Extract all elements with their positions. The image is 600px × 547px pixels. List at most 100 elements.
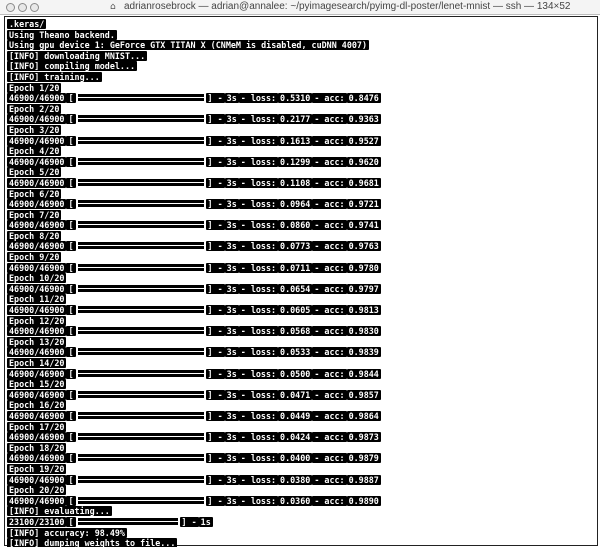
separator-text: ] - xyxy=(205,389,225,400)
separator-text: - acc: xyxy=(312,135,347,146)
acc-value: 0.9780 xyxy=(346,262,381,273)
output-text: [INFO] dumping weights to file... xyxy=(7,538,178,547)
epoch-label-line: Epoch 16/20 xyxy=(7,400,381,411)
separator-text: [ xyxy=(66,283,76,294)
sample-count: 46900/46900 xyxy=(7,262,67,273)
separator-text: ] - xyxy=(205,495,225,506)
progress-bar xyxy=(76,114,205,124)
terminal-output[interactable]: .keras/Using Theano backend. Using gpu de… xyxy=(4,16,598,547)
epoch-time: 3s xyxy=(224,93,239,104)
separator-text: ] - xyxy=(205,453,225,464)
sample-count: 46900/46900 xyxy=(7,305,67,316)
progress-bar xyxy=(76,410,205,420)
acc-value: 0.9681 xyxy=(346,177,381,188)
epoch-progress-line: 46900/46900[] -3s - loss: 0.0380- acc: 0.98… xyxy=(7,474,381,486)
epoch-progress-line: 46900/46900[] -3s - loss: 0.0449- acc: 0.98… xyxy=(7,410,381,422)
progress-bar xyxy=(76,432,205,442)
separator-text: [ xyxy=(66,156,76,167)
epoch-time: 3s xyxy=(224,135,239,146)
epoch-label-line: Epoch 6/20 xyxy=(7,188,381,200)
loss-value: 0.5310 xyxy=(278,93,313,104)
progress-bar xyxy=(76,453,205,463)
epoch-progress-line: 46900/46900[] -3s - loss: 0.0471- acc: 0.98… xyxy=(7,389,381,401)
separator-text: - loss: xyxy=(238,368,279,379)
separator-text: - loss: xyxy=(238,410,279,421)
epoch-label-line: Epoch 7/20 xyxy=(7,209,381,221)
separator-text: - acc: xyxy=(312,432,347,443)
home-folder-icon: ⌂ xyxy=(110,2,116,12)
eval-progress-line: 23100/23100[] -1s xyxy=(7,516,381,528)
epoch-label: Epoch 13/20 xyxy=(7,336,67,347)
epoch-label-line: Epoch 10/20 xyxy=(7,273,381,284)
epoch-time: 3s xyxy=(224,156,239,167)
epoch-time: 3s xyxy=(224,368,239,379)
acc-value: 0.9363 xyxy=(346,114,381,125)
minimize-button[interactable] xyxy=(18,3,27,12)
separator-text: - acc: xyxy=(312,220,347,231)
acc-value: 0.9721 xyxy=(346,199,381,210)
progress-bar xyxy=(76,135,205,145)
terminal-lines: .keras/Using Theano backend. Using gpu de… xyxy=(7,19,381,547)
epoch-label: Epoch 17/20 xyxy=(7,421,67,432)
separator-text: [ xyxy=(66,389,76,400)
epoch-label: Epoch 4/20 xyxy=(7,146,62,157)
epoch-label-line: Epoch 5/20 xyxy=(7,167,381,178)
separator-text: - loss: xyxy=(238,93,279,104)
epoch-label: Epoch 14/20 xyxy=(7,358,67,368)
loss-value: 0.0860 xyxy=(278,220,313,231)
separator-text: ] - xyxy=(205,135,225,146)
separator-text: [ xyxy=(66,495,76,506)
loss-value: 0.0605 xyxy=(278,305,313,316)
epoch-progress-line: 46900/46900[] -3s - loss: 0.0711- acc: 0.97… xyxy=(7,262,381,274)
zoom-button[interactable] xyxy=(30,3,39,12)
separator-text: - acc: xyxy=(312,199,347,210)
epoch-time: 3s xyxy=(224,389,239,400)
terminal-line: [INFO] evaluating... xyxy=(7,506,381,517)
epoch-progress-line: 46900/46900[] -3s - loss: 0.0360- acc: 0.98… xyxy=(7,495,381,507)
terminal-line: [INFO] training... xyxy=(7,71,381,83)
separator-text: ] - xyxy=(205,283,225,294)
separator-text: ] - xyxy=(205,474,225,485)
epoch-progress-line: 46900/46900[] -3s - loss: 0.0568- acc: 0.98… xyxy=(7,326,381,337)
epoch-time: 3s xyxy=(224,262,239,273)
loss-value: 0.0568 xyxy=(278,326,313,337)
sample-count: 23100/23100 xyxy=(7,516,67,527)
sample-count: 46900/46900 xyxy=(7,389,67,400)
separator-text: ] - xyxy=(205,326,225,337)
separator-text: [ xyxy=(66,220,76,231)
acc-value: 0.8476 xyxy=(346,93,381,104)
loss-value: 0.0380 xyxy=(278,474,313,485)
separator-text: [ xyxy=(66,199,76,210)
separator-text: ] - xyxy=(205,93,225,104)
separator-text: [ xyxy=(66,347,76,358)
epoch-label-line: Epoch 3/20 xyxy=(7,124,381,136)
progress-bar xyxy=(76,177,205,187)
accuracy-text: [INFO] accuracy: 98.49% xyxy=(7,527,127,538)
acc-value: 0.9857 xyxy=(346,389,381,400)
epoch-label: Epoch 1/20 xyxy=(7,82,62,93)
separator-text: - loss: xyxy=(238,305,279,316)
progress-bar xyxy=(76,262,205,272)
separator-text: ] - xyxy=(205,220,225,231)
loss-value: 0.1299 xyxy=(278,156,313,167)
close-button[interactable] xyxy=(6,3,15,12)
terminal-line: Using Theano backend. xyxy=(7,29,381,41)
progress-bar xyxy=(76,156,205,166)
epoch-time: 3s xyxy=(224,177,239,188)
separator-text: ] - xyxy=(205,432,225,443)
acc-value: 0.9527 xyxy=(346,135,381,146)
epoch-label: Epoch 9/20 xyxy=(7,252,62,263)
separator-text: ] - xyxy=(205,347,225,358)
separator-text: - loss: xyxy=(238,262,279,273)
sample-count: 46900/46900 xyxy=(7,410,67,421)
sample-count: 46900/46900 xyxy=(7,156,67,167)
epoch-label: Epoch 3/20 xyxy=(7,124,62,135)
epoch-time: 3s xyxy=(224,305,239,316)
progress-bar xyxy=(76,283,205,293)
progress-bar xyxy=(76,389,205,399)
separator-text: [ xyxy=(66,262,76,273)
epoch-time: 3s xyxy=(224,495,239,506)
progress-bar xyxy=(76,347,205,357)
epoch-label-line: Epoch 20/20 xyxy=(7,485,381,496)
epoch-label-line: Epoch 11/20 xyxy=(7,294,381,305)
